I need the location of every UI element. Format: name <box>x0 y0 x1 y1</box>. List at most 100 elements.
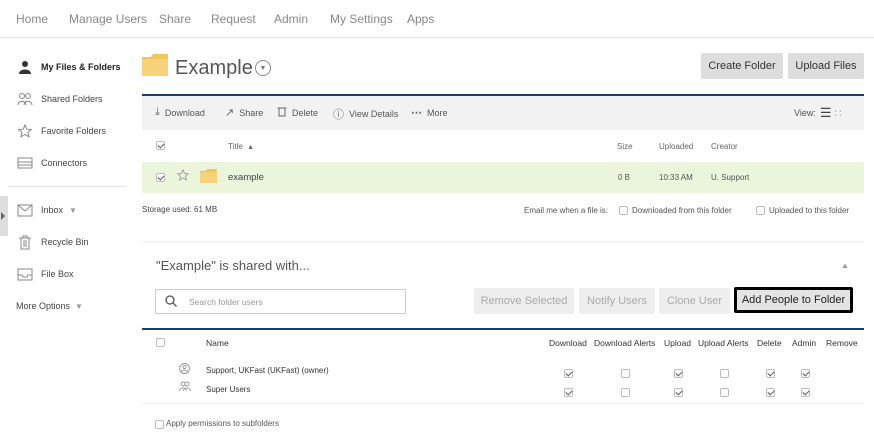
sidebar-item-file-box[interactable]: File Box <box>16 264 74 284</box>
upload-permission-checkbox[interactable] <box>674 388 683 397</box>
size-column-header[interactable]: Size <box>617 142 633 151</box>
group-icon <box>179 381 191 392</box>
view-toggle: View: ☰ ∷ <box>794 105 842 121</box>
file-creator: U. Support <box>711 173 750 182</box>
sidebar-item-inbox[interactable]: Inbox ▼ <box>16 200 77 220</box>
sidebar-divider <box>8 186 126 187</box>
upload-alerts-permission-checkbox[interactable] <box>720 388 729 397</box>
row-checkbox[interactable] <box>156 173 165 182</box>
more-label: More <box>427 107 448 118</box>
clone-user-button[interactable]: Clone User <box>659 288 730 314</box>
ellipsis-icon: ⋯ <box>411 107 422 119</box>
view-details-label: View Details <box>349 109 399 119</box>
title-dropdown-button[interactable]: ▼ <box>255 60 271 76</box>
nav-request[interactable]: Request <box>211 12 256 26</box>
star-icon <box>16 123 34 139</box>
share-label: Share <box>239 107 264 118</box>
uploaded-checkbox[interactable] <box>756 206 765 215</box>
add-people-to-folder-button[interactable]: Add People to Folder <box>734 287 853 313</box>
download-column-header: Download <box>549 338 587 348</box>
delete-button[interactable]: Delete <box>277 106 318 120</box>
download-alerts-permission-checkbox[interactable] <box>621 369 630 378</box>
folder-icon <box>200 169 217 186</box>
search-folder-users-input[interactable]: Search folder users <box>155 289 406 314</box>
name-column-header: Name <box>206 338 229 348</box>
share-icon: ↗ <box>225 107 235 119</box>
admin-permission-checkbox[interactable] <box>801 388 810 397</box>
nav-manage-users[interactable]: Manage Users <box>69 12 147 26</box>
sidebar-item-label: File Box <box>41 269 74 279</box>
share-panel-title: "Example" is shared with... <box>156 258 310 273</box>
sidebar-item-label: Connectors <box>41 158 88 168</box>
sidebar-item-label: Shared Folders <box>41 94 103 104</box>
users-icon <box>16 91 34 107</box>
upload-alerts-permission-checkbox[interactable] <box>720 369 729 378</box>
delete-permission-checkbox[interactable] <box>766 369 775 378</box>
file-uploaded-time: 10:33 AM <box>659 173 693 182</box>
upload-column-header: Upload <box>664 338 691 348</box>
downloaded-option-label: Downloaded from this folder <box>632 206 732 215</box>
download-label: Download <box>164 107 205 118</box>
more-options-label: More Options <box>16 301 71 311</box>
more-options[interactable]: More Options ▼ <box>16 296 83 316</box>
nav-admin[interactable]: Admin <box>274 12 308 26</box>
list-view-icon[interactable]: ☰ <box>820 105 832 121</box>
nav-home[interactable]: Home <box>16 12 48 26</box>
grid-view-icon[interactable]: ∷ <box>835 107 842 120</box>
notify-users-button[interactable]: Notify Users <box>579 288 655 314</box>
upload-files-button[interactable]: Upload Files <box>788 53 864 79</box>
collapse-icon[interactable]: ▲ <box>841 261 849 270</box>
download-alerts-permission-checkbox[interactable] <box>621 388 630 397</box>
sidebar-item-connectors[interactable]: Connectors <box>16 153 87 173</box>
file-title-link[interactable]: example <box>228 172 264 183</box>
delete-permission-checkbox[interactable] <box>766 388 775 397</box>
admin-permission-checkbox[interactable] <box>801 369 810 378</box>
create-folder-button[interactable]: Create Folder <box>701 53 783 79</box>
sidebar-item-recycle-bin[interactable]: Recycle Bin <box>16 232 89 252</box>
sidebar-collapse-handle[interactable] <box>0 196 8 236</box>
download-permission-checkbox[interactable] <box>564 388 573 397</box>
apply-subfolders-checkbox[interactable] <box>155 420 164 429</box>
sidebar-item-shared-folders[interactable]: Shared Folders <box>16 89 103 109</box>
nav-apps[interactable]: Apps <box>407 12 434 26</box>
chevron-down-icon: ▼ <box>259 64 267 72</box>
remove-column-header: Remove <box>826 338 858 348</box>
select-all-checkbox[interactable] <box>156 141 165 150</box>
uploaded-option-label: Uploaded to this folder <box>769 206 850 215</box>
sidebar-item-label: Inbox <box>41 205 64 215</box>
apply-subfolders-label: Apply permissions to subfolders <box>166 419 279 428</box>
upload-alerts-column-header: Upload Alerts <box>698 338 749 348</box>
folder-icon <box>142 54 168 76</box>
title-header-label: Title <box>228 142 243 151</box>
permissions-divider <box>142 328 864 330</box>
nav-my-settings[interactable]: My Settings <box>330 12 393 26</box>
email-label: Email me when a file is: <box>524 206 609 215</box>
uploaded-column-header[interactable]: Uploaded <box>659 142 693 151</box>
title-column-header[interactable]: Title ▲ <box>228 142 254 151</box>
download-alerts-column-header: Download Alerts <box>594 338 656 348</box>
chevron-down-icon[interactable]: ▼ <box>69 206 77 215</box>
view-details-button[interactable]: ⓘ View Details <box>333 106 398 122</box>
more-button[interactable]: ⋯ More <box>411 106 448 119</box>
download-permission-checkbox[interactable] <box>564 369 573 378</box>
select-all-users-checkbox[interactable] <box>156 338 165 347</box>
user-circle-icon <box>179 363 190 374</box>
downloaded-checkbox[interactable] <box>619 206 628 215</box>
sort-ascending-icon: ▲ <box>247 144 254 151</box>
sidebar-item-favorite-folders[interactable]: Favorite Folders <box>16 121 106 141</box>
upload-permission-checkbox[interactable] <box>674 369 683 378</box>
creator-column-header[interactable]: Creator <box>711 142 738 151</box>
download-button[interactable]: ⤓ Download <box>155 106 205 119</box>
storage-used: Storage used: 61 MB <box>142 205 218 214</box>
user-name: Support, UKFast (UKFast) (owner) <box>206 366 329 375</box>
remove-selected-button[interactable]: Remove Selected <box>474 288 574 314</box>
nav-share[interactable]: Share <box>159 12 191 26</box>
star-icon[interactable] <box>176 168 190 184</box>
admin-column-header: Admin <box>792 338 817 348</box>
panel-divider <box>142 403 864 404</box>
share-button[interactable]: ↗ Share <box>225 106 263 119</box>
sidebar-item-my-files[interactable]: My Files & Folders <box>16 57 121 77</box>
search-icon <box>165 295 177 310</box>
search-placeholder: Search folder users <box>189 297 263 307</box>
sidebar-item-label: Recycle Bin <box>41 237 89 247</box>
